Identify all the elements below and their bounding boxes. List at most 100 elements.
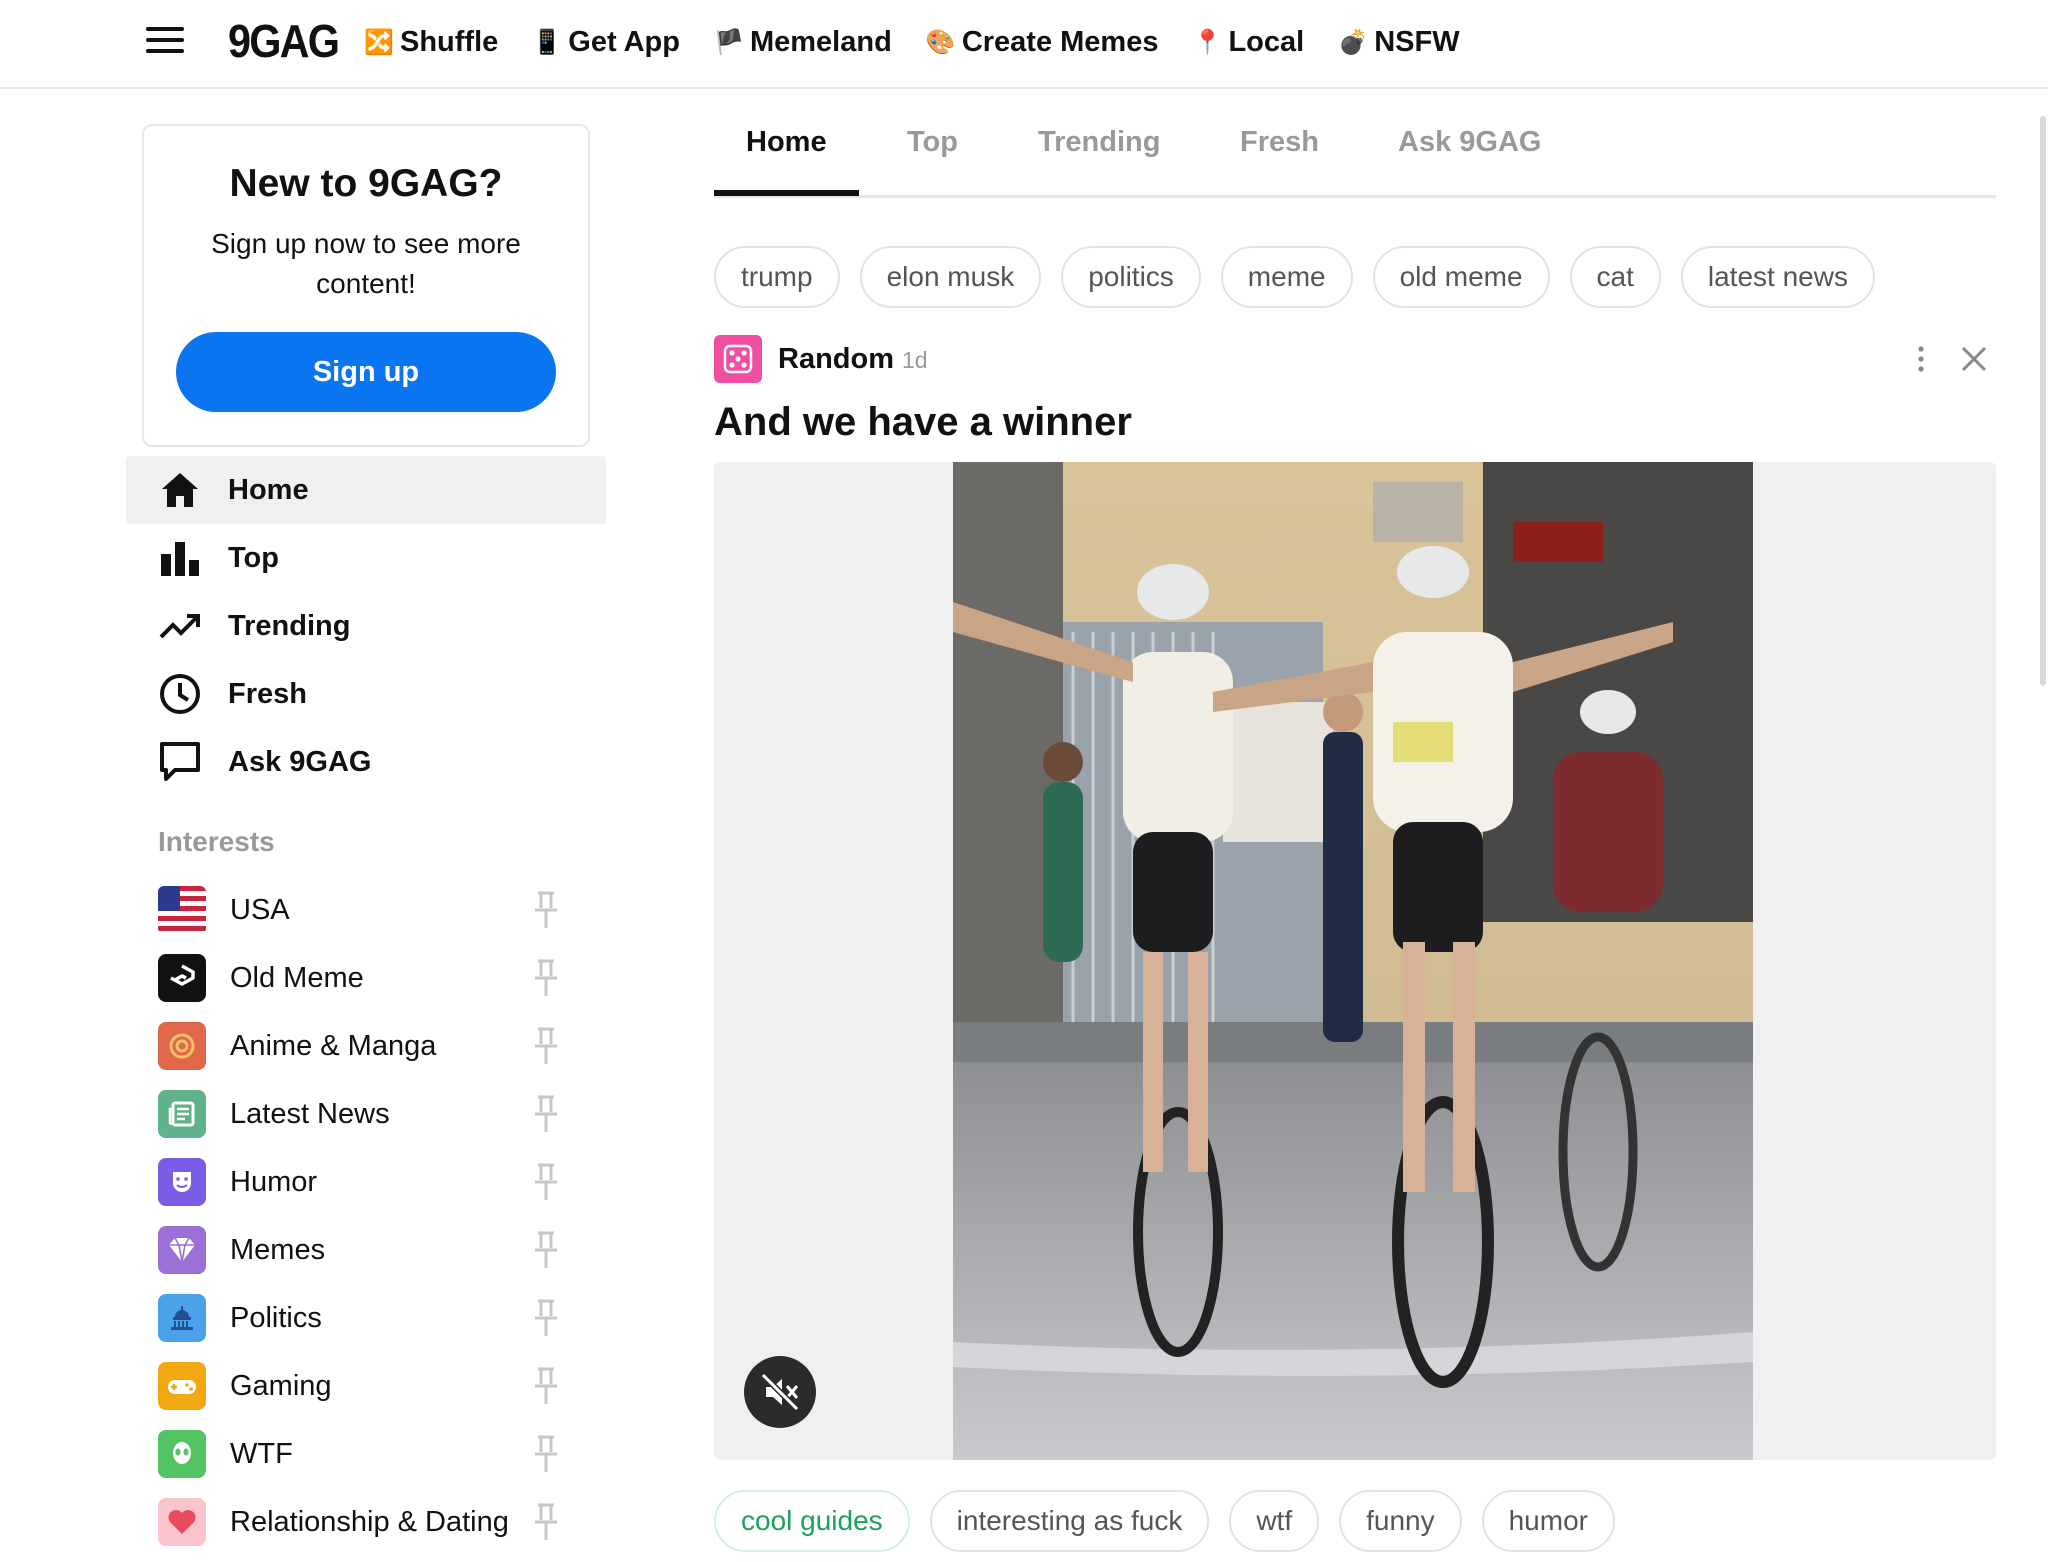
pin-icon[interactable] — [530, 1094, 562, 1134]
pin-icon[interactable] — [530, 1162, 562, 1202]
diamond-icon — [158, 1226, 206, 1274]
interest-anime-manga[interactable]: Anime & Manga — [158, 1012, 578, 1080]
interest-humor[interactable]: Humor — [158, 1148, 578, 1216]
interest-label: USA — [230, 893, 290, 926]
post-age: 1d — [902, 347, 928, 373]
topnav-memeland[interactable]: 🏴 Memeland — [714, 20, 892, 64]
topnav-create-memes[interactable]: 🎨 Create Memes — [926, 20, 1159, 64]
sidebar-item-label: Trending — [228, 609, 351, 642]
pin-icon[interactable] — [530, 1298, 562, 1338]
hamburger-menu-icon[interactable] — [146, 27, 184, 53]
interest-wtf[interactable]: WTF — [158, 1420, 578, 1488]
post-tag-wtf[interactable]: wtf — [1229, 1490, 1320, 1552]
pin-icon[interactable] — [530, 1230, 562, 1270]
interest-latest-news[interactable]: Latest News — [158, 1080, 578, 1148]
brand-logo[interactable]: 9GAG — [228, 14, 340, 68]
mute-toggle-button[interactable] — [744, 1356, 816, 1428]
sidebar-nav: Home Top Trending Fresh Ask 9GAG — [126, 456, 606, 796]
old-meme-icon — [158, 954, 206, 1002]
chip-old-meme[interactable]: old meme — [1372, 246, 1550, 308]
page-scrollbar[interactable] — [2040, 116, 2046, 686]
interests-heading: Interests — [158, 826, 275, 857]
topnav-get-app[interactable]: 📱 Get App — [532, 20, 680, 64]
post-tag-cool-guides[interactable]: cool guides — [714, 1490, 910, 1552]
sidebar-item-home[interactable]: Home — [126, 456, 606, 524]
interest-label: Gaming — [230, 1369, 332, 1402]
post-title[interactable]: And we have a winner — [714, 400, 1132, 445]
post-header: Random 1d — [714, 335, 1996, 383]
post-tag-interesting-as-fuck[interactable]: interesting as fuck — [929, 1490, 1210, 1552]
pin-icon[interactable] — [530, 958, 562, 998]
palette-icon: 🎨 — [925, 28, 956, 56]
pin-icon[interactable] — [530, 890, 562, 930]
sidebar-item-fresh[interactable]: Fresh — [126, 660, 606, 728]
interest-old-meme[interactable]: Old Meme — [158, 944, 578, 1012]
interest-label: Memes — [230, 1233, 326, 1266]
topnav-label: Local — [1228, 25, 1305, 58]
shuffle-icon: 🔀 — [364, 28, 394, 56]
interest-label: Old Meme — [230, 961, 364, 994]
chip-politics[interactable]: politics — [1061, 246, 1201, 308]
tag-chips: trump elon musk politics meme old meme c… — [714, 246, 1895, 308]
interests-list: USA Old Meme Anime & Manga Latest News H… — [158, 876, 578, 1556]
signup-title: New to 9GAG? — [229, 162, 503, 205]
mask-icon — [158, 1158, 206, 1206]
interest-politics[interactable]: Politics — [158, 1284, 578, 1352]
post-video[interactable] — [953, 462, 1753, 1460]
interest-label: Relationship & Dating — [230, 1505, 509, 1538]
post-tags: cool guides interesting as fuck wtf funn… — [714, 1490, 1635, 1552]
topnav-local[interactable]: 📍 Local — [1192, 20, 1305, 64]
signup-subtitle: Sign up now to see more content! — [211, 228, 521, 299]
muted-speaker-icon — [760, 1372, 800, 1412]
close-icon[interactable] — [1958, 343, 1990, 375]
tab-top[interactable]: Top — [907, 126, 958, 159]
chip-cat[interactable]: cat — [1569, 246, 1661, 308]
sidebar-item-label: Fresh — [228, 677, 307, 710]
pin-icon[interactable] — [530, 1366, 562, 1406]
bomb-icon: 💣 — [1338, 28, 1369, 56]
us-flag-icon — [158, 886, 206, 934]
gamepad-icon — [158, 1362, 206, 1410]
bar-chart-icon — [158, 536, 202, 580]
pin-icon[interactable] — [530, 1434, 562, 1474]
interest-usa[interactable]: USA — [158, 876, 578, 944]
more-options-icon[interactable] — [1911, 345, 1931, 373]
pin-icon[interactable] — [530, 1502, 562, 1542]
tab-ask-9gag[interactable]: Ask 9GAG — [1398, 126, 1541, 159]
interest-label: WTF — [230, 1437, 293, 1470]
tab-fresh[interactable]: Fresh — [1240, 126, 1319, 159]
interest-relationship-dating[interactable]: Relationship & Dating — [158, 1488, 578, 1556]
chip-meme[interactable]: meme — [1220, 246, 1353, 308]
sidebar-item-label: Home — [228, 473, 309, 506]
sidebar-item-trending[interactable]: Trending — [126, 592, 606, 660]
tab-trending[interactable]: Trending — [1038, 126, 1160, 159]
home-icon — [158, 468, 202, 512]
dice-icon[interactable] — [714, 335, 762, 383]
chip-trump[interactable]: trump — [714, 246, 840, 308]
tab-home[interactable]: Home — [746, 126, 827, 159]
signup-card: New to 9GAG? Sign up now to see more con… — [142, 124, 590, 447]
post-media — [714, 462, 1996, 1460]
sidebar-item-top[interactable]: Top — [126, 524, 606, 592]
chip-elon-musk[interactable]: elon musk — [859, 246, 1042, 308]
interest-label: Latest News — [230, 1097, 390, 1130]
signup-button[interactable]: Sign up — [176, 332, 556, 412]
capitol-icon — [158, 1294, 206, 1342]
post-tag-humor[interactable]: humor — [1481, 1490, 1615, 1552]
chip-latest-news[interactable]: latest news — [1680, 246, 1875, 308]
top-bar: 9GAG 🔀 Shuffle 📱 Get App 🏴 Memeland 🎨 Create… — [0, 0, 2048, 89]
topnav-label: Create Memes — [961, 25, 1159, 58]
pin-icon[interactable] — [530, 1026, 562, 1066]
interest-memes[interactable]: Memes — [158, 1216, 578, 1284]
top-nav: 🔀 Shuffle 📱 Get App 🏴 Memeland 🎨 Create Meme… — [364, 20, 1494, 64]
topnav-nsfw[interactable]: 💣 NSFW — [1338, 20, 1459, 64]
interest-gaming[interactable]: Gaming — [158, 1352, 578, 1420]
post-tag-funny[interactable]: funny — [1339, 1490, 1462, 1552]
post-section-name[interactable]: Random — [778, 343, 894, 376]
clock-icon — [158, 672, 202, 716]
sidebar-item-ask-9gag[interactable]: Ask 9GAG — [126, 728, 606, 796]
topnav-label: Get App — [568, 25, 680, 58]
topnav-shuffle[interactable]: 🔀 Shuffle — [364, 20, 498, 64]
sidebar-item-label: Top — [228, 541, 279, 574]
topnav-label: NSFW — [1374, 25, 1460, 58]
